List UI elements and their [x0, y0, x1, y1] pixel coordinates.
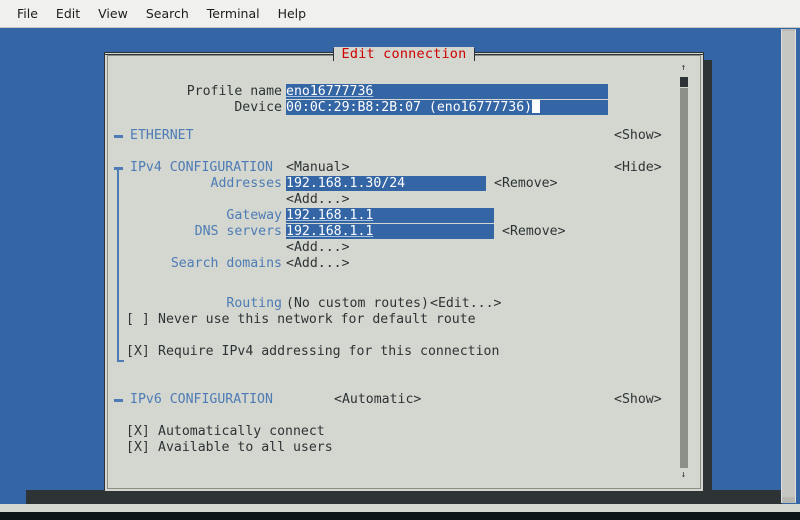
device-label: Device: [234, 100, 282, 115]
search-domains-label: Search domains: [170, 256, 282, 271]
gateway-input[interactable]: 192.168.1.1: [286, 208, 494, 223]
device-value: 00:0C:29:B8:2B:07 (eno16777736): [286, 100, 533, 115]
dialog-content: Profile name eno16777736 Device 00:0C:29…: [110, 60, 682, 484]
ipv4-section-label: IPv4 CONFIGURATION: [130, 160, 273, 175]
profile-name-input[interactable]: eno16777736: [286, 84, 608, 99]
device-input[interactable]: 00:0C:29:B8:2B:07 (eno16777736): [286, 100, 608, 115]
menu-bar: File Edit View Search Terminal Help: [0, 0, 800, 28]
never-default-route-label: Never use this network for default route: [158, 312, 476, 327]
menu-item-edit[interactable]: Edit: [47, 3, 89, 24]
dialog-scrollbar-thumb[interactable]: [679, 76, 689, 88]
dialog-scrollbar-track[interactable]: [680, 76, 688, 468]
title-rule-right: [475, 54, 705, 55]
automatically-connect-label: Automatically connect: [158, 424, 325, 439]
addresses-remove-button[interactable]: <Remove>: [494, 176, 558, 192]
available-to-all-users-checkbox[interactable]: [X]: [126, 440, 150, 456]
routing-value: (No custom routes): [286, 296, 429, 311]
menu-item-help[interactable]: Help: [269, 3, 316, 24]
ipv6-method-select[interactable]: <Automatic>: [334, 392, 421, 408]
require-ipv4-label: Require IPv4 addressing for this connect…: [158, 344, 500, 359]
ipv6-show-toggle[interactable]: <Show>: [614, 392, 662, 408]
dns-servers-remove-button[interactable]: <Remove>: [502, 224, 566, 240]
never-default-route-checkbox[interactable]: [ ]: [126, 312, 150, 328]
dns-servers-add-button[interactable]: <Add...>: [286, 240, 350, 256]
require-ipv4-checkbox[interactable]: [X]: [126, 344, 150, 360]
dns-servers-label: DNS servers: [194, 224, 282, 239]
terminal-scrollbar-thumb[interactable]: [782, 31, 795, 497]
dns-servers-input[interactable]: 192.168.1.1: [286, 224, 494, 239]
available-to-all-users-label: Available to all users: [158, 440, 333, 455]
menu-item-file[interactable]: File: [8, 3, 47, 24]
scroll-up-arrow-icon[interactable]: ↑: [679, 64, 688, 73]
addresses-input[interactable]: 192.168.1.30/24: [286, 176, 486, 191]
menu-item-search[interactable]: Search: [137, 3, 198, 24]
terminal-window: File Edit View Search Terminal Help Edit…: [0, 0, 800, 512]
ipv6-collapsed-icon[interactable]: [114, 399, 123, 402]
profile-name-label: Profile name: [186, 84, 282, 99]
ipv4-hide-toggle[interactable]: <Hide>: [614, 160, 662, 176]
terminal-scrollbar[interactable]: [781, 29, 796, 503]
search-domains-add-button[interactable]: <Add...>: [286, 256, 350, 272]
addresses-add-button[interactable]: <Add...>: [286, 192, 350, 208]
ipv4-tree-foot: [117, 360, 124, 362]
ethernet-section-label: ETHERNET: [130, 128, 194, 143]
addresses-value: 192.168.1.30/24: [286, 176, 406, 191]
gateway-label: Gateway: [226, 208, 282, 223]
menu-item-terminal[interactable]: Terminal: [198, 3, 269, 24]
routing-edit-button[interactable]: <Edit...>: [430, 296, 501, 312]
dialog-scrollbar[interactable]: ↑ ↓: [676, 62, 690, 482]
text-cursor: [532, 100, 541, 113]
menu-item-view[interactable]: View: [89, 3, 137, 24]
ethernet-show-toggle[interactable]: <Show>: [614, 128, 662, 144]
ethernet-collapsed-icon[interactable]: [114, 135, 123, 138]
gateway-value: 192.168.1.1: [286, 208, 374, 223]
dns-servers-value: 192.168.1.1: [286, 224, 374, 239]
ipv4-method-select[interactable]: <Manual>: [286, 160, 350, 176]
scroll-down-arrow-icon[interactable]: ↓: [679, 471, 688, 480]
ipv6-section-label: IPv6 CONFIGURATION: [130, 392, 273, 407]
routing-label: Routing: [226, 296, 282, 311]
window-bottom-edge: [0, 504, 800, 512]
automatically-connect-checkbox[interactable]: [X]: [126, 424, 150, 440]
profile-name-value: eno16777736: [286, 84, 374, 99]
addresses-label: Addresses: [210, 176, 282, 191]
desktop-background: [0, 512, 800, 520]
title-rule-left: [104, 54, 333, 55]
